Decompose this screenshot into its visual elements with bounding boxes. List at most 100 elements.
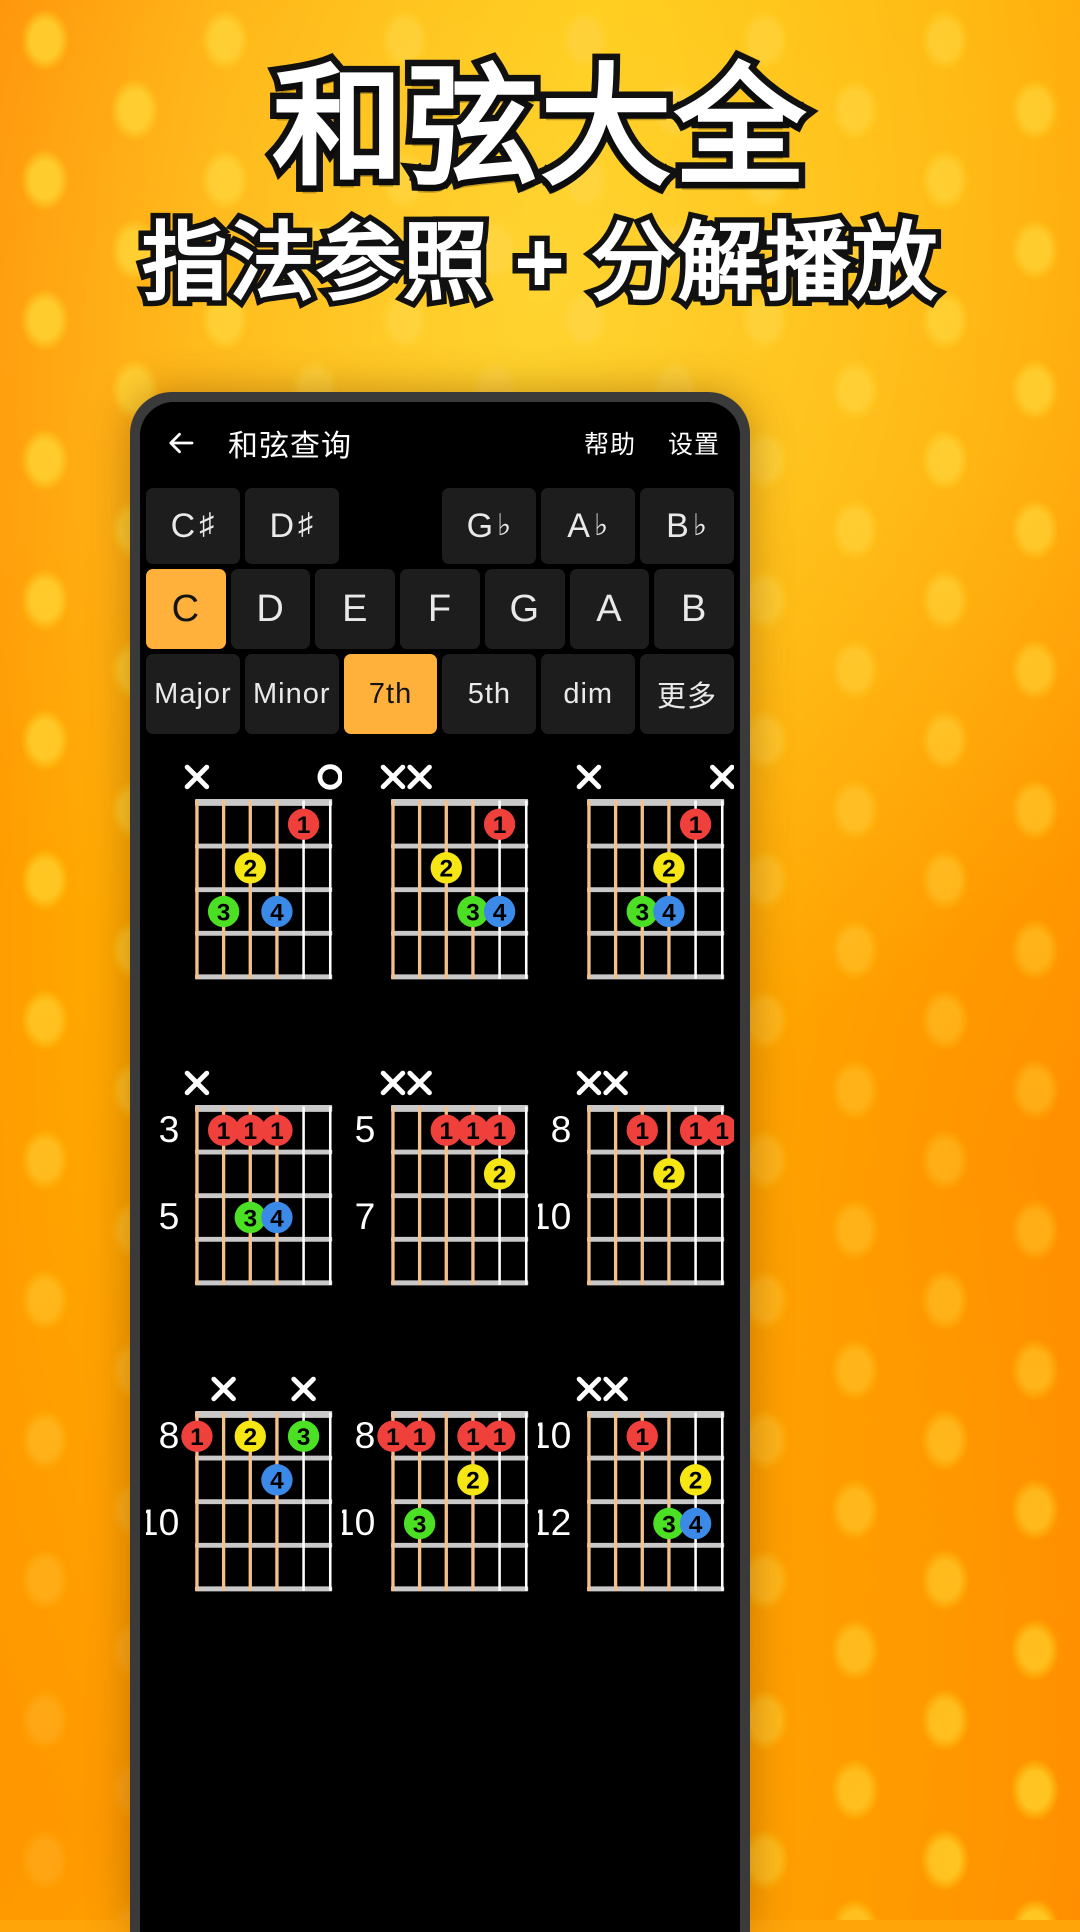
promo-subtitle: 指法参照 + 分解播放	[136, 210, 943, 315]
note-chip-c[interactable]: C	[146, 569, 226, 649]
chip-label: A	[596, 587, 623, 630]
finger-number: 3	[297, 1424, 311, 1451]
chord-type-chip-1[interactable]: Minor	[244, 654, 339, 734]
chip-label: G	[509, 587, 541, 630]
finger-dot: 1	[706, 1114, 734, 1146]
chord-diagram[interactable]: 1234	[538, 753, 734, 993]
chord-diagram[interactable]: 8101112	[538, 1059, 734, 1299]
note-chip-d[interactable]: D	[230, 569, 311, 649]
chip-label: E	[342, 587, 369, 630]
finger-number: 4	[689, 1511, 703, 1538]
promo-title: 和弦大全	[266, 51, 813, 204]
accidental-chip-d-sharp[interactable]: D ♯	[244, 488, 339, 564]
finger-dot: 1	[181, 1420, 213, 1452]
base-fret-label: 5	[355, 1108, 376, 1150]
chord-type-chip-2[interactable]: 7th	[343, 654, 438, 734]
muted-string-marker	[603, 1376, 628, 1402]
finger-number: 1	[466, 1424, 480, 1451]
finger-number: 4	[662, 899, 676, 926]
chord-diagram[interactable]: 10121234	[538, 1365, 734, 1605]
chord-diagram[interactable]: 8101234	[146, 1365, 342, 1605]
finger-number: 1	[217, 1118, 231, 1145]
chord-type-chip-4[interactable]: dim	[541, 654, 636, 734]
chord-type-chip-5[interactable]: 更多	[640, 654, 734, 734]
finger-number: 2	[493, 1162, 507, 1189]
accidental-symbol: ♯	[199, 508, 216, 541]
phone-mockup: 和弦查询 帮助 设置 C ♯ D ♯ G ♭ A ♭ B ♭ CDEFGAB Major Minor…	[130, 392, 750, 1932]
finger-dot: 2	[483, 1158, 516, 1190]
base-fret-label-secondary: 10	[342, 1501, 375, 1543]
muted-string-marker	[184, 1070, 210, 1096]
chord-type-row: Major Minor 7th 5th dim 更多	[140, 654, 740, 734]
finger-number: 4	[270, 899, 284, 926]
finger-number: 2	[689, 1468, 703, 1495]
page-title: 和弦查询	[228, 430, 352, 463]
accidental-chip-g-flat[interactable]: G ♭	[442, 488, 537, 564]
finger-number: 3	[662, 1511, 676, 1538]
finger-dot: 4	[261, 1201, 293, 1234]
chord-diagram[interactable]: 12 3 4	[146, 753, 342, 993]
chip-label: A	[567, 506, 591, 545]
finger-number: 4	[270, 1468, 284, 1495]
chord-diagram-grid: 1234123412343511134571112810111281012348…	[140, 739, 740, 1605]
help-button[interactable]: 帮助	[584, 425, 636, 461]
chip-label: C	[171, 587, 201, 630]
finger-number: 1	[270, 1118, 284, 1145]
chip-label: B	[666, 506, 690, 545]
finger-number: 1	[493, 1118, 507, 1145]
promo-banner: 和弦大全 指法参照 + 分解播放	[0, 0, 1080, 315]
base-fret-label: 8	[159, 1414, 180, 1456]
finger-number: 4	[270, 1205, 284, 1232]
chord-diagram[interactable]: 1234	[342, 753, 538, 993]
base-fret-label: 8	[355, 1414, 376, 1456]
chord-diagram-svg: 1 2 3 4	[184, 764, 342, 980]
base-fret-label-secondary: 12	[538, 1501, 571, 1543]
finger-dot: 1	[430, 1114, 462, 1146]
muted-string-marker	[709, 764, 734, 790]
finger-dot: 1	[457, 1420, 489, 1452]
chip-label: B	[680, 587, 708, 630]
finger-dot: 2	[653, 1158, 685, 1190]
chip-label: F	[427, 587, 453, 630]
finger-number: 1	[689, 1118, 703, 1145]
finger-dot: 3	[207, 895, 240, 928]
chord-type-chip-0[interactable]: Major	[146, 654, 240, 734]
finger-dot: 2	[457, 1464, 489, 1496]
chord-diagram[interactable]: 571112	[342, 1059, 538, 1299]
note-chip-f[interactable]: F	[400, 569, 480, 649]
finger-dot: 1	[626, 1420, 658, 1452]
muted-string-marker	[291, 1376, 316, 1402]
chord-diagram[interactable]: 3511134	[146, 1059, 342, 1299]
note-chip-g[interactable]: G	[484, 569, 565, 649]
finger-number: 3	[413, 1511, 427, 1538]
finger-dot: 1	[287, 808, 320, 840]
chip-label: 7th	[368, 677, 413, 710]
chip-label: 更多	[657, 681, 718, 713]
finger-dot: 1	[207, 1114, 240, 1146]
note-chip-a[interactable]: A	[569, 569, 650, 649]
chord-type-chip-3[interactable]: 5th	[442, 654, 537, 734]
note-chip-b[interactable]: B	[654, 569, 735, 649]
settings-button[interactable]: 设置	[668, 425, 720, 461]
natural-note-row: CDE F G A B	[140, 569, 740, 649]
accidental-chip-c-sharp[interactable]: C ♯	[146, 488, 240, 564]
muted-string-marker	[380, 1070, 406, 1096]
arrow-left-icon[interactable]	[160, 421, 204, 465]
accidental-symbol: ♭	[497, 508, 513, 542]
finger-number: 2	[439, 856, 453, 883]
base-fret-label-secondary: 7	[355, 1195, 376, 1237]
finger-dot: 2	[234, 852, 266, 884]
finger-dot: 4	[483, 895, 516, 928]
accidental-chip-a-flat[interactable]: A ♭	[541, 488, 636, 564]
chord-diagram[interactable]: 810111123	[342, 1365, 538, 1605]
accidental-chip-b-flat[interactable]: B ♭	[640, 488, 734, 564]
finger-dot: 1	[483, 1420, 516, 1452]
finger-number: 1	[386, 1424, 400, 1451]
finger-number: 1	[190, 1424, 204, 1451]
finger-number: 1	[413, 1424, 427, 1451]
chord-diagram-svg: 8101234	[146, 1376, 333, 1592]
muted-string-marker	[407, 1070, 432, 1096]
accidental-note-row: C ♯ D ♯ G ♭ A ♭ B ♭	[140, 488, 740, 564]
muted-string-marker	[576, 1070, 602, 1096]
note-chip-e[interactable]: E	[315, 569, 396, 649]
